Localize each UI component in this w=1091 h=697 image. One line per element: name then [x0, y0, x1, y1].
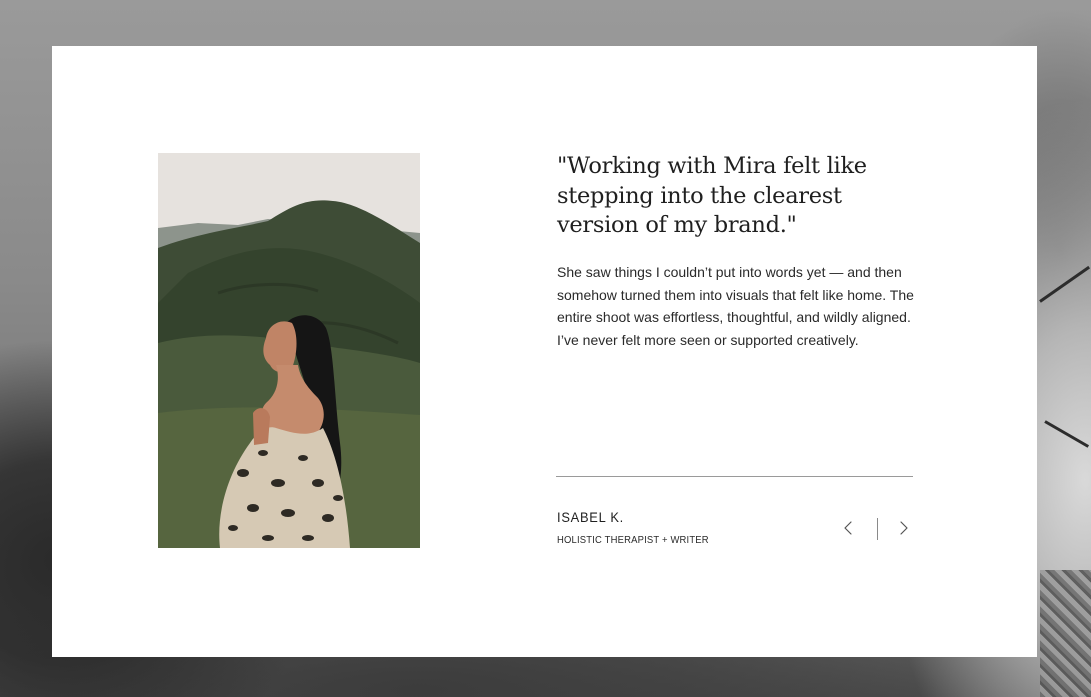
nav-separator	[877, 518, 878, 540]
chevron-right-icon	[900, 521, 908, 535]
chevron-left-icon	[844, 521, 852, 535]
divider	[556, 476, 913, 477]
testimonial-body: She saw things I couldn’t put into words…	[557, 264, 914, 348]
next-testimonial-button[interactable]	[892, 516, 916, 540]
author-role: HOLISTIC THERAPIST + WRITER	[557, 534, 709, 546]
testimonial-quote: "Working with Mira felt like stepping in…	[557, 153, 867, 238]
previous-testimonial-button[interactable]	[836, 516, 860, 540]
testimonial-photo	[158, 153, 420, 548]
testimonial-card: "Working with Mira felt like stepping in…	[52, 46, 1037, 657]
author-name: ISABEL K.	[557, 509, 625, 525]
background-stone	[1040, 570, 1091, 697]
